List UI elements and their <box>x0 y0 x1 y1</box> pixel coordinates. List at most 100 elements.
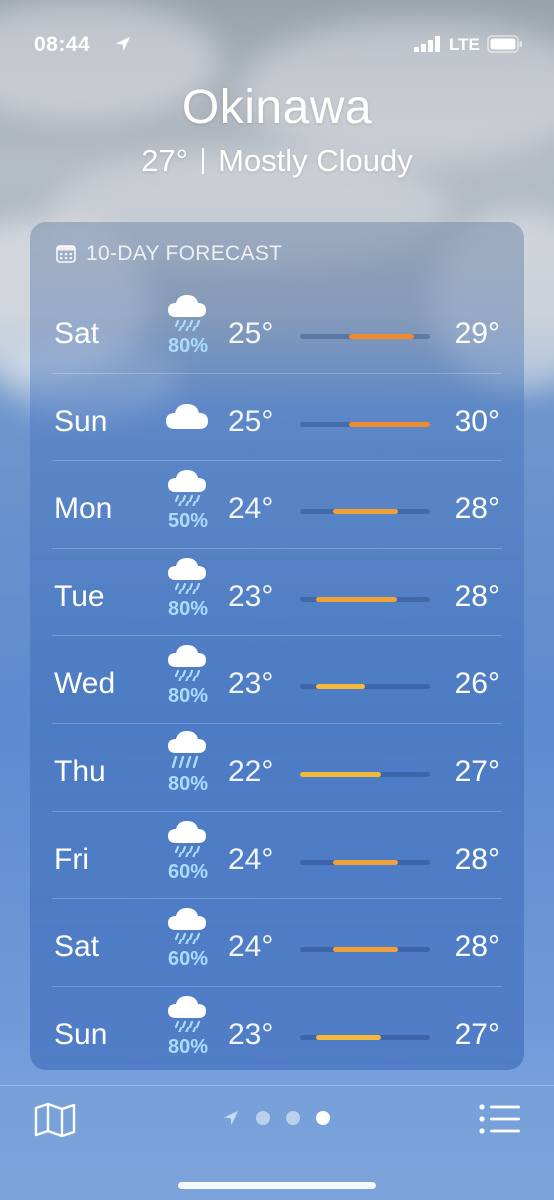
temp-range-fill <box>333 859 398 865</box>
forecast-card-header: 10-DAY FORECAST <box>56 242 282 266</box>
temp-range-fill <box>349 421 430 427</box>
temp-range-fill <box>316 596 397 602</box>
row-divider <box>52 460 502 462</box>
cloud-rain-icon <box>168 908 206 945</box>
cloud-rain-icon <box>168 470 206 507</box>
high-temp: 27° <box>454 755 500 788</box>
forecast-day: Fri <box>54 842 89 876</box>
forecast-day: Wed <box>54 667 116 701</box>
temp-range-track <box>300 509 430 515</box>
home-indicator[interactable] <box>178 1182 376 1189</box>
cloud-rain-icon <box>168 295 206 331</box>
cloud-rain-icon <box>168 820 206 857</box>
low-temp: 22° <box>228 755 274 788</box>
forecast-day: Sun <box>54 1017 108 1051</box>
map-icon[interactable] <box>34 1102 76 1138</box>
precip-chance: 60% <box>167 860 209 883</box>
high-temp: 28° <box>454 930 500 964</box>
high-temp: 26° <box>454 667 500 701</box>
status-time: 08:44 <box>34 33 91 56</box>
row-divider <box>52 810 502 812</box>
precip-chance: 50% <box>167 510 209 533</box>
precip-chance: 80% <box>167 1035 209 1058</box>
page-indicator[interactable] <box>222 1108 346 1128</box>
cloud-rain-icon <box>168 995 206 1032</box>
forecast-day: Sun <box>54 404 108 438</box>
row-divider <box>52 985 502 987</box>
current-summary: 27° Mostly Cloudy <box>0 143 554 179</box>
precip-chance: 80% <box>167 685 209 708</box>
cloud-icon <box>166 403 208 429</box>
forecast-row[interactable]: Tue 80% 23° 28° <box>30 547 524 636</box>
high-temp: 28° <box>454 579 500 613</box>
precip-chance: 80% <box>167 773 209 795</box>
battery-icon <box>487 35 522 53</box>
temp-range-fill <box>349 334 414 339</box>
city-name: Okinawa <box>181 81 373 134</box>
ten-day-forecast-card[interactable]: 10-DAY FORECAST Sat 80% 25° 29° Sun 25° 30° Mon… <box>30 222 524 1070</box>
status-bar: 08:44 LTE <box>0 0 554 88</box>
low-temp: 24° <box>228 842 274 876</box>
forecast-row[interactable]: Sun 80% 23° 27° <box>30 985 524 1074</box>
temp-range-fill <box>316 684 365 690</box>
forecast-row[interactable]: Thu 80% 22° 27° <box>30 723 524 811</box>
low-temp: 25° <box>228 317 274 350</box>
low-temp: 24° <box>228 930 274 964</box>
temp-range-track <box>300 421 430 427</box>
location-header: Okinawa 27° Mostly Cloudy <box>0 80 554 179</box>
forecast-day: Mon <box>54 492 113 526</box>
low-temp: 23° <box>228 579 274 613</box>
temp-range-track <box>300 596 430 602</box>
temp-range-track <box>300 772 430 777</box>
forecast-title: 10-DAY FORECAST <box>86 242 283 265</box>
row-divider <box>52 635 502 637</box>
forecast-row[interactable]: Mon 50% 24° 28° <box>30 460 524 548</box>
cloud-rain-icon <box>168 645 206 682</box>
location-arrow-icon <box>224 1111 238 1125</box>
precip-chance: 60% <box>167 948 209 971</box>
temp-range-track <box>300 859 430 865</box>
low-temp: 23° <box>228 1017 274 1051</box>
temp-range-fill <box>316 1034 381 1040</box>
low-temp: 23° <box>228 667 274 701</box>
temp-range-track <box>300 334 430 339</box>
low-temp: 25° <box>228 404 274 438</box>
temp-range-fill <box>300 772 381 777</box>
forecast-row[interactable]: Sat 60% 24° 28° <box>30 898 524 986</box>
page-dot-3-active[interactable] <box>316 1111 330 1125</box>
signal-icon <box>414 36 440 52</box>
temp-range-track <box>300 947 430 953</box>
current-condition: Mostly Cloudy <box>218 143 413 178</box>
row-divider <box>52 723 502 724</box>
high-temp: 28° <box>454 842 500 876</box>
network-type: LTE <box>449 35 480 54</box>
forecast-row[interactable]: Wed 80% 23° 26° <box>30 635 524 723</box>
forecast-row[interactable]: Sun 25° 30° <box>30 372 524 461</box>
row-divider <box>52 898 502 900</box>
temp-range-track <box>300 1034 430 1040</box>
current-temp: 27° <box>141 143 189 178</box>
temp-range-fill <box>333 509 398 515</box>
forecast-day: Tue <box>54 579 105 613</box>
temp-range-track <box>300 684 430 690</box>
page-dot-2[interactable] <box>286 1111 300 1125</box>
forecast-day: Sat <box>54 317 100 350</box>
summary-separator <box>202 148 205 174</box>
row-divider <box>52 372 502 374</box>
cloud-heavy-rain-icon <box>168 731 206 769</box>
high-temp: 28° <box>454 492 500 526</box>
high-temp: 30° <box>454 404 500 438</box>
forecast-row[interactable]: Sat 80% 25° 29° <box>30 285 524 373</box>
forecast-row[interactable]: Fri 60% 24° 28° <box>30 810 524 899</box>
list-icon[interactable] <box>478 1103 522 1135</box>
calendar-icon <box>56 245 76 263</box>
cloud-rain-icon <box>168 557 206 594</box>
bottom-toolbar <box>0 1085 554 1200</box>
page-dot-1[interactable] <box>256 1111 270 1125</box>
forecast-day: Thu <box>54 755 106 788</box>
location-arrow-icon <box>116 37 130 51</box>
row-divider <box>52 547 502 549</box>
precip-chance: 80% <box>167 335 209 357</box>
precip-chance: 80% <box>167 597 209 620</box>
low-temp: 24° <box>228 492 274 526</box>
